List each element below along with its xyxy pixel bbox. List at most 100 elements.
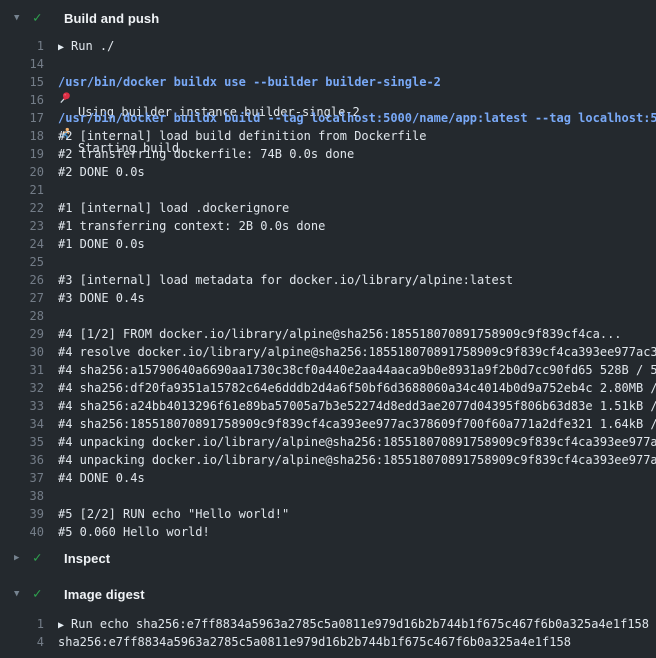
log-text: #4 sha256:df20fa9351a15782c64e6dddb2d4a6… (44, 379, 656, 397)
log-text: #4 sha256:185518070891758909c9f839cf4ca3… (44, 415, 656, 433)
log-line[interactable]: 14 Using builder instance builder-single… (0, 55, 656, 73)
log-line[interactable]: 32#4 sha256:df20fa9351a15782c64e6dddb2d4… (0, 379, 656, 397)
log-line[interactable]: 28 (0, 307, 656, 325)
section-title: Build and push (64, 11, 159, 26)
log-line[interactable]: 22#1 [internal] load .dockerignore (0, 199, 656, 217)
line-number: 31 (0, 361, 44, 379)
line-number: 20 (0, 163, 44, 181)
line-number: 30 (0, 343, 44, 361)
section-header-inspect[interactable]: ▶ ✓ Inspect (0, 548, 656, 568)
log-line[interactable]: 1▶Run ./ (0, 37, 656, 55)
workflow-log-viewer: ▼ ✓ Build and push 1▶Run ./14 Using buil… (0, 0, 656, 658)
log-line[interactable]: 23#1 transferring context: 2B 0.0s done (0, 217, 656, 235)
log-text: #2 transferring dockerfile: 74B 0.0s don… (44, 145, 354, 163)
log-line[interactable]: 40#5 0.060 Hello world! (0, 523, 656, 541)
log-line[interactable]: 39#5 [2/2] RUN echo "Hello world!" (0, 505, 656, 523)
log-text: #4 unpacking docker.io/library/alpine@sh… (44, 451, 656, 469)
line-number: 26 (0, 271, 44, 289)
log-line[interactable]: 20#2 DONE 0.0s (0, 163, 656, 181)
log-text (44, 181, 58, 199)
section-title: Inspect (64, 551, 110, 566)
line-number: 21 (0, 181, 44, 199)
line-number: 33 (0, 397, 44, 415)
log-line[interactable]: 38 (0, 487, 656, 505)
log-line[interactable]: 31#4 sha256:a15790640a6690aa1730c38cf0a4… (0, 361, 656, 379)
log-line[interactable]: 37#4 DONE 0.4s (0, 469, 656, 487)
line-number: 35 (0, 433, 44, 451)
log-line[interactable]: 36#4 unpacking docker.io/library/alpine@… (0, 451, 656, 469)
check-success-icon: ✓ (33, 584, 49, 604)
line-number: 19 (0, 145, 44, 163)
line-number: 22 (0, 199, 44, 217)
log-line[interactable]: 29#4 [1/2] FROM docker.io/library/alpine… (0, 325, 656, 343)
line-number: 1 (0, 615, 44, 633)
check-success-icon: ✓ (33, 8, 49, 28)
log-text: #1 [internal] load .dockerignore (44, 199, 289, 217)
log-line[interactable]: 18#2 [internal] load build definition fr… (0, 127, 656, 145)
log-line[interactable]: 27#3 DONE 0.4s (0, 289, 656, 307)
line-number: 24 (0, 235, 44, 253)
line-number: 18 (0, 127, 44, 145)
log-text: Starting build... (44, 91, 201, 109)
log-text: #1 transferring context: 2B 0.0s done (44, 217, 325, 235)
log-line[interactable]: 19#2 transferring dockerfile: 74B 0.0s d… (0, 145, 656, 163)
log-text: #5 0.060 Hello world! (44, 523, 210, 541)
line-number: 38 (0, 487, 44, 505)
log-text: #2 DONE 0.0s (44, 163, 145, 181)
log-text: #3 DONE 0.4s (44, 289, 145, 307)
log-line[interactable]: 4sha256:e7ff8834a5963a2785c5a0811e979d16… (0, 633, 656, 651)
line-number: 37 (0, 469, 44, 487)
log-text: #3 [internal] load metadata for docker.i… (44, 271, 513, 289)
line-number: 39 (0, 505, 44, 523)
log-text (44, 487, 58, 505)
log-line[interactable]: 1▶Run echo sha256:e7ff8834a5963a2785c5a0… (0, 615, 656, 633)
log-text: sha256:e7ff8834a5963a2785c5a0811e979d16b… (44, 633, 571, 651)
log-line[interactable]: 30#4 resolve docker.io/library/alpine@sh… (0, 343, 656, 361)
chevron-right-icon[interactable]: ▶ (14, 548, 26, 568)
log-text (44, 253, 58, 271)
log-line[interactable]: 25 (0, 253, 656, 271)
chevron-down-icon[interactable]: ▼ (14, 584, 26, 604)
line-number: 17 (0, 109, 44, 127)
log-line[interactable]: 21 (0, 181, 656, 199)
log-text: ▶Run ./ (44, 37, 114, 55)
log-line[interactable]: 24#1 DONE 0.0s (0, 235, 656, 253)
line-number: 15 (0, 73, 44, 91)
section-header-image-digest[interactable]: ▼ ✓ Image digest (0, 584, 656, 604)
line-number: 1 (0, 37, 44, 55)
section-header-build-and-push[interactable]: ▼ ✓ Build and push (0, 8, 656, 28)
log-text: #4 sha256:a24bb4013296f61e89ba57005a7b3e… (44, 397, 656, 415)
log-text: #4 DONE 0.4s (44, 469, 145, 487)
log-line[interactable]: 17/usr/bin/docker buildx build --tag loc… (0, 109, 656, 127)
log-text: /usr/bin/docker buildx build --tag local… (44, 109, 656, 127)
line-number: 34 (0, 415, 44, 433)
section-title: Image digest (64, 587, 145, 602)
line-number: 36 (0, 451, 44, 469)
line-number: 23 (0, 217, 44, 235)
line-number: 4 (0, 633, 44, 651)
log-line[interactable]: 35#4 unpacking docker.io/library/alpine@… (0, 433, 656, 451)
log-text: #5 [2/2] RUN echo "Hello world!" (44, 505, 289, 523)
line-number: 16 (0, 91, 44, 109)
line-number: 27 (0, 289, 44, 307)
log-line[interactable]: 15/usr/bin/docker buildx use --builder b… (0, 73, 656, 91)
line-number: 40 (0, 523, 44, 541)
log-text: /usr/bin/docker buildx use --builder bui… (44, 73, 441, 91)
log-text: #4 [1/2] FROM docker.io/library/alpine@s… (44, 325, 622, 343)
line-number: 32 (0, 379, 44, 397)
log-text: ▶Run echo sha256:e7ff8834a5963a2785c5a08… (44, 615, 649, 633)
line-number: 14 (0, 55, 44, 73)
log-text (44, 307, 58, 325)
log-lines-build-and-push: 1▶Run ./14 Using builder instance builde… (0, 37, 656, 541)
log-text: #1 DONE 0.0s (44, 235, 145, 253)
line-number: 28 (0, 307, 44, 325)
log-line[interactable]: 34#4 sha256:185518070891758909c9f839cf4c… (0, 415, 656, 433)
log-text: #4 resolve docker.io/library/alpine@sha2… (44, 343, 656, 361)
log-line[interactable]: 26#3 [internal] load metadata for docker… (0, 271, 656, 289)
check-success-icon: ✓ (33, 548, 49, 568)
log-text: #4 sha256:a15790640a6690aa1730c38cf0a440… (44, 361, 656, 379)
log-line[interactable]: 33#4 sha256:a24bb4013296f61e89ba57005a7b… (0, 397, 656, 415)
line-number: 29 (0, 325, 44, 343)
chevron-down-icon[interactable]: ▼ (14, 8, 26, 28)
log-text: Using builder instance builder-single-2 (44, 55, 360, 73)
